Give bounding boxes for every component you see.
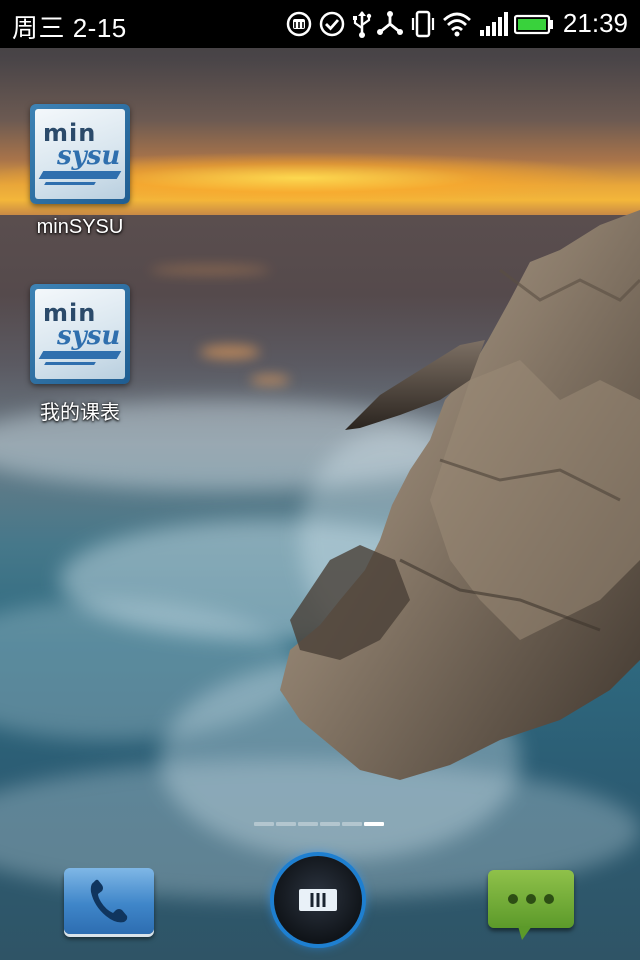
phone-icon bbox=[90, 879, 128, 923]
vibrate-icon bbox=[411, 10, 435, 38]
logo-underline bbox=[38, 171, 122, 179]
app-label: minSYSU bbox=[36, 216, 124, 238]
battery-icon bbox=[514, 14, 553, 35]
page-dot[interactable] bbox=[254, 822, 274, 826]
usb-icon bbox=[353, 11, 372, 38]
page-dot[interactable] bbox=[320, 822, 340, 826]
page-dot[interactable] bbox=[298, 822, 318, 826]
dock-phone-button[interactable] bbox=[64, 868, 154, 934]
status-date: 周三 2-15 bbox=[12, 13, 127, 43]
wifi-icon bbox=[443, 12, 471, 37]
app-minsysu[interactable]: min sysu minSYSU bbox=[15, 104, 145, 239]
page-indicator[interactable] bbox=[254, 813, 386, 826]
page-dot[interactable] bbox=[342, 822, 362, 826]
status-bar[interactable]: 周三 2-15 21:39 bbox=[0, 0, 640, 48]
app-icon-face: min sysu bbox=[35, 109, 125, 199]
status-time: 21:39 bbox=[562, 8, 628, 38]
dock-messages-button[interactable] bbox=[488, 870, 574, 940]
messages-icon bbox=[508, 894, 554, 940]
m-notification-icon bbox=[286, 11, 312, 37]
logo-underline bbox=[38, 351, 122, 359]
minsysu-logo-icon: min sysu bbox=[30, 104, 130, 204]
home-menu-icon bbox=[299, 889, 337, 911]
app-icon-face: min sysu bbox=[35, 289, 125, 379]
logo-underline bbox=[44, 362, 96, 365]
app-my-schedule[interactable]: min sysu 我的课表 bbox=[15, 284, 145, 425]
page-dot-active[interactable] bbox=[364, 822, 384, 826]
logo-text-sysu: sysu bbox=[57, 321, 121, 351]
dock-home-button[interactable] bbox=[274, 856, 362, 944]
logo-text-sysu: sysu bbox=[57, 141, 121, 171]
logo-underline bbox=[44, 182, 96, 185]
check-circle-icon bbox=[319, 11, 345, 37]
minsysu-logo-icon: min sysu bbox=[30, 284, 130, 384]
app-label: 我的课表 bbox=[40, 402, 120, 424]
usb-debug-icon bbox=[377, 11, 403, 35]
page-dot[interactable] bbox=[276, 822, 296, 826]
signal-icon bbox=[480, 12, 508, 36]
